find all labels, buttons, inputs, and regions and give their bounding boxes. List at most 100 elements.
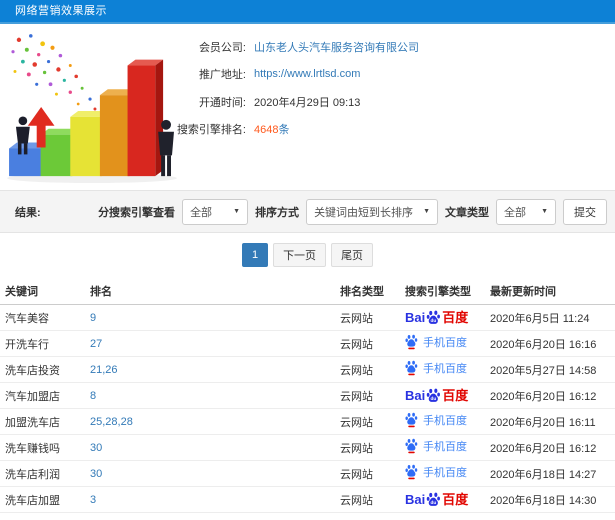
rank-cell[interactable]: 3	[90, 486, 340, 513]
sort-select[interactable]: 关键词由短到长排序 ▼	[306, 198, 438, 225]
filter-bar: 结果: 分搜索引擎查看 全部 ▼ 排序方式 关键词由短到长排序 ▼ 文章类型 全…	[0, 190, 615, 233]
keyword-cell: 加盟洗车店	[0, 408, 90, 435]
svg-text:du: du	[431, 396, 437, 402]
search-engine-cell: 手机百度	[405, 330, 490, 357]
next-page-button[interactable]: 下一页	[273, 243, 327, 267]
keyword-cell: 洗车店投资	[0, 356, 90, 383]
keyword-cell: 洗车店利润	[0, 460, 90, 487]
baidu-mobile-logo: 手机百度	[405, 464, 467, 480]
rank-cell[interactable]: 27	[90, 330, 340, 357]
keyword-cell: 洗车店加盟	[0, 486, 90, 513]
member-info-list: 会员公司: 山东老人头汽车服务咨询有限公司 推广地址: https://www.…	[168, 33, 615, 143]
table-row: 洗车店加盟 3 云网站 Bai du 百度 2020年6月18日 14:30	[0, 486, 615, 513]
table-row: 洗车店利润 30 云网站 手机百度 2020年6月18日 14:27	[0, 460, 615, 487]
header-rank-type: 排名类型	[340, 277, 405, 305]
rank-type-cell: 云网站	[340, 382, 405, 409]
baidu-mobile-logo: 手机百度	[405, 438, 467, 454]
rank-type-cell: 云网站	[340, 330, 405, 357]
rank-cell[interactable]: 25,28,28	[90, 408, 340, 435]
baidu-pc-logo: Bai du 百度	[405, 388, 469, 403]
chevron-down-icon: ▼	[541, 208, 548, 215]
mobile-baidu-icon	[405, 360, 418, 376]
chevron-down-icon: ▼	[233, 208, 241, 215]
baidu-mobile-logo: 手机百度	[405, 412, 467, 428]
baidu-pc-logo: Bai du 百度	[405, 310, 469, 325]
page-title: 网络营销效果展示	[15, 5, 107, 17]
rank-cell[interactable]: 9	[90, 304, 340, 331]
update-time-cell: 2020年6月5日 11:24	[490, 304, 615, 331]
table-row: 开洗车行 27 云网站 手机百度 2020年6月20日 16:16	[0, 330, 615, 357]
search-engine-cell: Bai du 百度	[405, 486, 490, 513]
rank-cell[interactable]: 21,26	[90, 356, 340, 383]
search-engine-cell: 手机百度	[405, 408, 490, 435]
baidu-mobile-logo: 手机百度	[405, 334, 467, 350]
svg-text:du: du	[431, 500, 437, 506]
baidu-paw-icon: du	[426, 492, 441, 506]
keyword-cell: 开洗车行	[0, 330, 90, 357]
table-row: 加盟洗车店 25,28,28 云网站 手机百度 2020年6月20日 16:11	[0, 408, 615, 435]
member-company-link[interactable]: 山东老人头汽车服务咨询有限公司	[254, 39, 419, 55]
rank-cell[interactable]: 30	[90, 460, 340, 487]
mobile-baidu-icon	[405, 412, 418, 428]
open-time-row: 开通时间: 2020年4月29日 09:13	[168, 88, 615, 116]
open-time-value: 2020年4月29日 09:13	[254, 96, 361, 109]
engine-rank-unit: 条	[278, 124, 290, 137]
engine-rank-row: 搜索引擎排名: 4648条	[168, 116, 615, 144]
engine-rank-count: 4648	[254, 124, 279, 137]
last-page-button[interactable]: 尾页	[331, 243, 374, 267]
submit-button[interactable]: 提交	[563, 198, 607, 225]
filter-controls: 分搜索引擎查看 全部 ▼ 排序方式 关键词由短到长排序 ▼ 文章类型 全部 ▼ …	[98, 198, 607, 225]
rank-type-cell: 云网站	[340, 460, 405, 487]
page-button-1[interactable]: 1	[241, 243, 269, 267]
article-type-value: 全部	[504, 206, 526, 219]
header-update-time: 最新更新时间	[490, 277, 615, 305]
search-engine-cell: Bai du 百度	[405, 304, 490, 331]
svg-text:du: du	[431, 318, 437, 324]
keyword-cell: 汽车加盟店	[0, 382, 90, 409]
baidu-pc-logo: Bai du 百度	[405, 492, 469, 507]
table-row: 洗车店投资 21,26 云网站 手机百度 2020年5月27日 14:58	[0, 356, 615, 383]
result-label: 结果:	[15, 206, 41, 219]
member-company-label: 会员公司:	[198, 41, 246, 54]
rank-type-cell: 云网站	[340, 304, 405, 331]
table-row: 汽车加盟店 8 云网站 Bai du 百度 2020年6月20日 16:12	[0, 382, 615, 409]
search-engine-cell: 手机百度	[405, 434, 490, 461]
table-header-row: 关键词 排名 排名类型 搜索引擎类型 最新更新时间	[0, 277, 615, 305]
results-table: 关键词 排名 排名类型 搜索引擎类型 最新更新时间 汽车美容 9 云网站 Bai…	[0, 277, 615, 513]
update-time-cell: 2020年6月18日 14:30	[490, 486, 615, 513]
article-type-label: 文章类型	[445, 206, 489, 219]
rank-cell[interactable]: 30	[90, 434, 340, 461]
update-time-cell: 2020年6月20日 16:12	[490, 382, 615, 409]
sort-value: 关键词由短到长排序	[314, 206, 414, 219]
rank-cell[interactable]: 8	[90, 382, 340, 409]
mobile-baidu-icon	[405, 334, 418, 350]
confetti-dots	[11, 34, 112, 125]
baidu-mobile-logo: 手机百度	[405, 360, 467, 376]
search-engine-cell: 手机百度	[405, 356, 490, 383]
update-time-cell: 2020年6月18日 14:27	[490, 460, 615, 487]
rank-type-cell: 云网站	[340, 408, 405, 435]
engine-filter-value: 全部	[190, 206, 213, 219]
engine-filter-select[interactable]: 全部 ▼	[182, 198, 249, 225]
window-title-bar: 网络营销效果展示	[0, 0, 615, 24]
engine-filter-label: 分搜索引擎查看	[98, 206, 176, 219]
promo-url-link[interactable]: https://www.lrtlsd.com	[254, 68, 360, 80]
engine-rank-label: 搜索引擎排名:	[176, 124, 246, 137]
promo-url-label: 推广地址:	[198, 69, 246, 82]
summary-section: 会员公司: 山东老人头汽车服务咨询有限公司 推广地址: https://www.…	[0, 24, 615, 190]
mobile-baidu-icon	[405, 464, 418, 480]
header-keyword: 关键词	[0, 277, 90, 305]
pagination: 1 下一页 尾页	[0, 233, 615, 277]
growth-bar-chart-illustration	[7, 34, 177, 184]
article-type-select[interactable]: 全部 ▼	[496, 198, 556, 225]
keyword-cell: 汽车美容	[0, 304, 90, 331]
sort-label: 排序方式	[255, 206, 300, 219]
baidu-paw-icon: du	[426, 388, 441, 402]
chevron-down-icon: ▼	[423, 208, 430, 215]
search-engine-cell: 手机百度	[405, 460, 490, 487]
update-time-cell: 2020年5月27日 14:58	[490, 356, 615, 383]
rank-type-cell: 云网站	[340, 356, 405, 383]
header-rank: 排名	[90, 277, 340, 305]
update-time-cell: 2020年6月20日 16:11	[490, 408, 615, 435]
open-time-label: 开通时间:	[198, 96, 246, 109]
